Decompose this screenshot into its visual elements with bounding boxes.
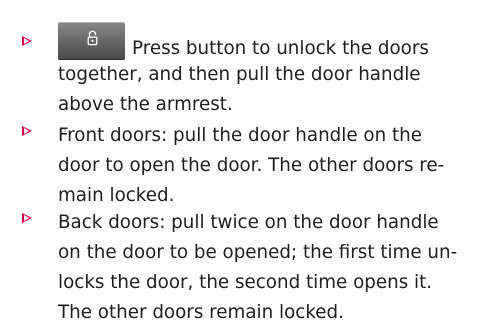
instruction-text: Front doors: pull the door handle on the [58, 125, 423, 146]
instruction-text: door to open the door. The other doors r… [58, 155, 445, 176]
instruction-line: Press button to unlock the doors [58, 22, 489, 60]
bullet-arrow-icon [22, 213, 32, 223]
instruction-text: together, and then pull the door handle [58, 64, 421, 85]
instruction-text: Back doors: pull twice on the door handl… [58, 212, 439, 233]
instruction-text: on the door to be opened; the first time… [58, 242, 458, 263]
instruction-text: locks the door, the second time opens it… [58, 272, 433, 293]
bullet-arrow-icon [22, 126, 32, 136]
instruction-text: Press button to unlock the doors [132, 38, 429, 59]
instruction-text: The other doors remain locked. [58, 302, 344, 323]
instruction-text: main locked. [58, 185, 175, 206]
bullet-arrow-icon [22, 36, 32, 46]
unlock-icon [87, 30, 98, 46]
instruction-text: above the armrest. [58, 94, 233, 115]
unlock-button[interactable] [58, 22, 125, 60]
